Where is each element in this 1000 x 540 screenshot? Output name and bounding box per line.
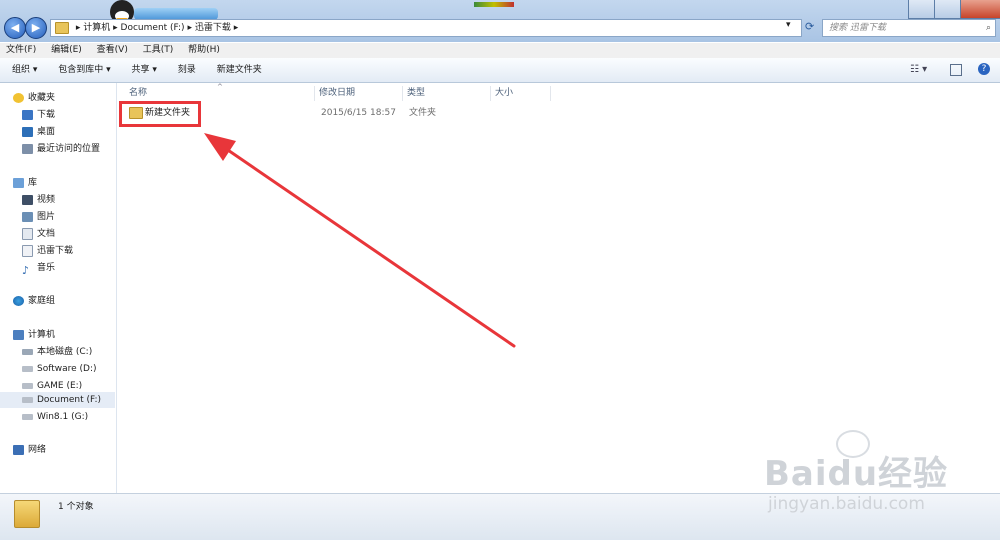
watermark-brand: Baidu经验: [764, 454, 949, 494]
baidu-watermark: Baidu经验 jingyan.baidu.com: [760, 430, 1000, 520]
watermark-url: jingyan.baidu.com: [768, 494, 925, 514]
item-count: 1 个对象: [58, 502, 94, 512]
folder-large-icon: [14, 500, 40, 528]
